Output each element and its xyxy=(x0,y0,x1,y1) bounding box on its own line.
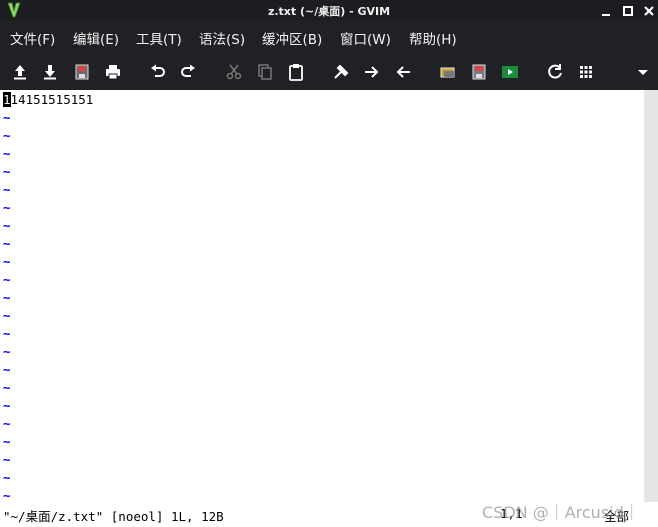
paste-icon[interactable] xyxy=(285,61,307,83)
editor-area[interactable]: 114151515151 ~ ~ ~ ~ ~ ~ ~ ~ ~ ~ ~ ~ ~ ~ ~ ~ ~ ~ ~ ~ ~ ~ xyxy=(0,90,644,503)
make-icon[interactable] xyxy=(544,61,566,83)
watermark: CSDN @｜Arcusid｜ xyxy=(482,503,640,522)
load-session-icon[interactable] xyxy=(437,61,459,83)
menu-edit[interactable]: 编辑(E) xyxy=(73,28,119,48)
print-icon[interactable] xyxy=(102,61,124,83)
menu-file[interactable]: 文件(F) xyxy=(10,28,55,48)
save-session-icon[interactable] xyxy=(468,61,490,83)
line-text: 14151515151 xyxy=(10,92,94,107)
toolbar xyxy=(0,54,658,90)
maximize-icon[interactable] xyxy=(621,3,635,17)
empty-line-tilde: ~ xyxy=(3,110,11,125)
empty-line-tilde: ~ xyxy=(3,254,11,269)
empty-line-tilde: ~ xyxy=(3,164,11,179)
empty-line-tilde: ~ xyxy=(3,452,11,467)
save-all-icon[interactable] xyxy=(71,61,93,83)
cut-icon[interactable] xyxy=(223,61,245,83)
empty-line-tilde: ~ xyxy=(3,218,11,233)
empty-line-tilde: ~ xyxy=(3,380,11,395)
empty-line-tilde: ~ xyxy=(3,290,11,305)
editor-line: 114151515151 xyxy=(3,91,93,109)
text-cursor: 1 xyxy=(3,92,11,107)
empty-line-tilde: ~ xyxy=(3,344,11,359)
tags-icon[interactable] xyxy=(575,61,597,83)
minimize-icon[interactable] xyxy=(599,3,613,17)
empty-line-tilde: ~ xyxy=(3,200,11,215)
empty-line-tilde: ~ xyxy=(3,182,11,197)
empty-line-tilde: ~ xyxy=(3,362,11,377)
overflow-menu-icon[interactable] xyxy=(632,61,654,83)
window-title: z.txt (~/桌面) - GVIM xyxy=(267,5,391,18)
empty-line-tilde: ~ xyxy=(3,398,11,413)
menu-help[interactable]: 帮助(H) xyxy=(409,28,457,48)
menu-bar: 文件(F) 编辑(E) 工具(T) 语法(S) 缓冲区(B) 窗口(W) 帮助(… xyxy=(0,20,658,54)
copy-icon[interactable] xyxy=(254,61,276,83)
find-prev-icon[interactable] xyxy=(392,61,414,83)
undo-icon[interactable] xyxy=(147,61,169,83)
save-icon[interactable] xyxy=(39,61,61,83)
redo-icon[interactable] xyxy=(177,61,199,83)
empty-line-tilde: ~ xyxy=(3,434,11,449)
empty-line-tilde: ~ xyxy=(3,308,11,323)
replace-icon[interactable] xyxy=(330,61,352,83)
empty-line-tilde: ~ xyxy=(3,326,11,341)
file-info-message: "~/桌面/z.txt" [noeol] 1L, 12B xyxy=(3,509,224,524)
run-script-icon[interactable] xyxy=(499,61,521,83)
empty-line-tilde: ~ xyxy=(3,236,11,251)
empty-line-tilde: ~ xyxy=(3,146,11,161)
vertical-scrollbar[interactable] xyxy=(644,90,658,502)
empty-line-tilde: ~ xyxy=(3,128,11,143)
title-bar: z.txt (~/桌面) - GVIM xyxy=(0,0,658,20)
empty-line-tilde: ~ xyxy=(3,416,11,431)
empty-line-tilde: ~ xyxy=(3,470,11,485)
find-next-icon[interactable] xyxy=(361,61,383,83)
close-icon[interactable] xyxy=(642,3,656,17)
menu-tools[interactable]: 工具(T) xyxy=(136,28,182,48)
menu-window[interactable]: 窗口(W) xyxy=(340,28,391,48)
open-icon[interactable] xyxy=(9,61,31,83)
menu-buffers[interactable]: 缓冲区(B) xyxy=(262,28,322,48)
menu-syntax[interactable]: 语法(S) xyxy=(199,28,245,48)
empty-line-tilde: ~ xyxy=(3,272,11,287)
